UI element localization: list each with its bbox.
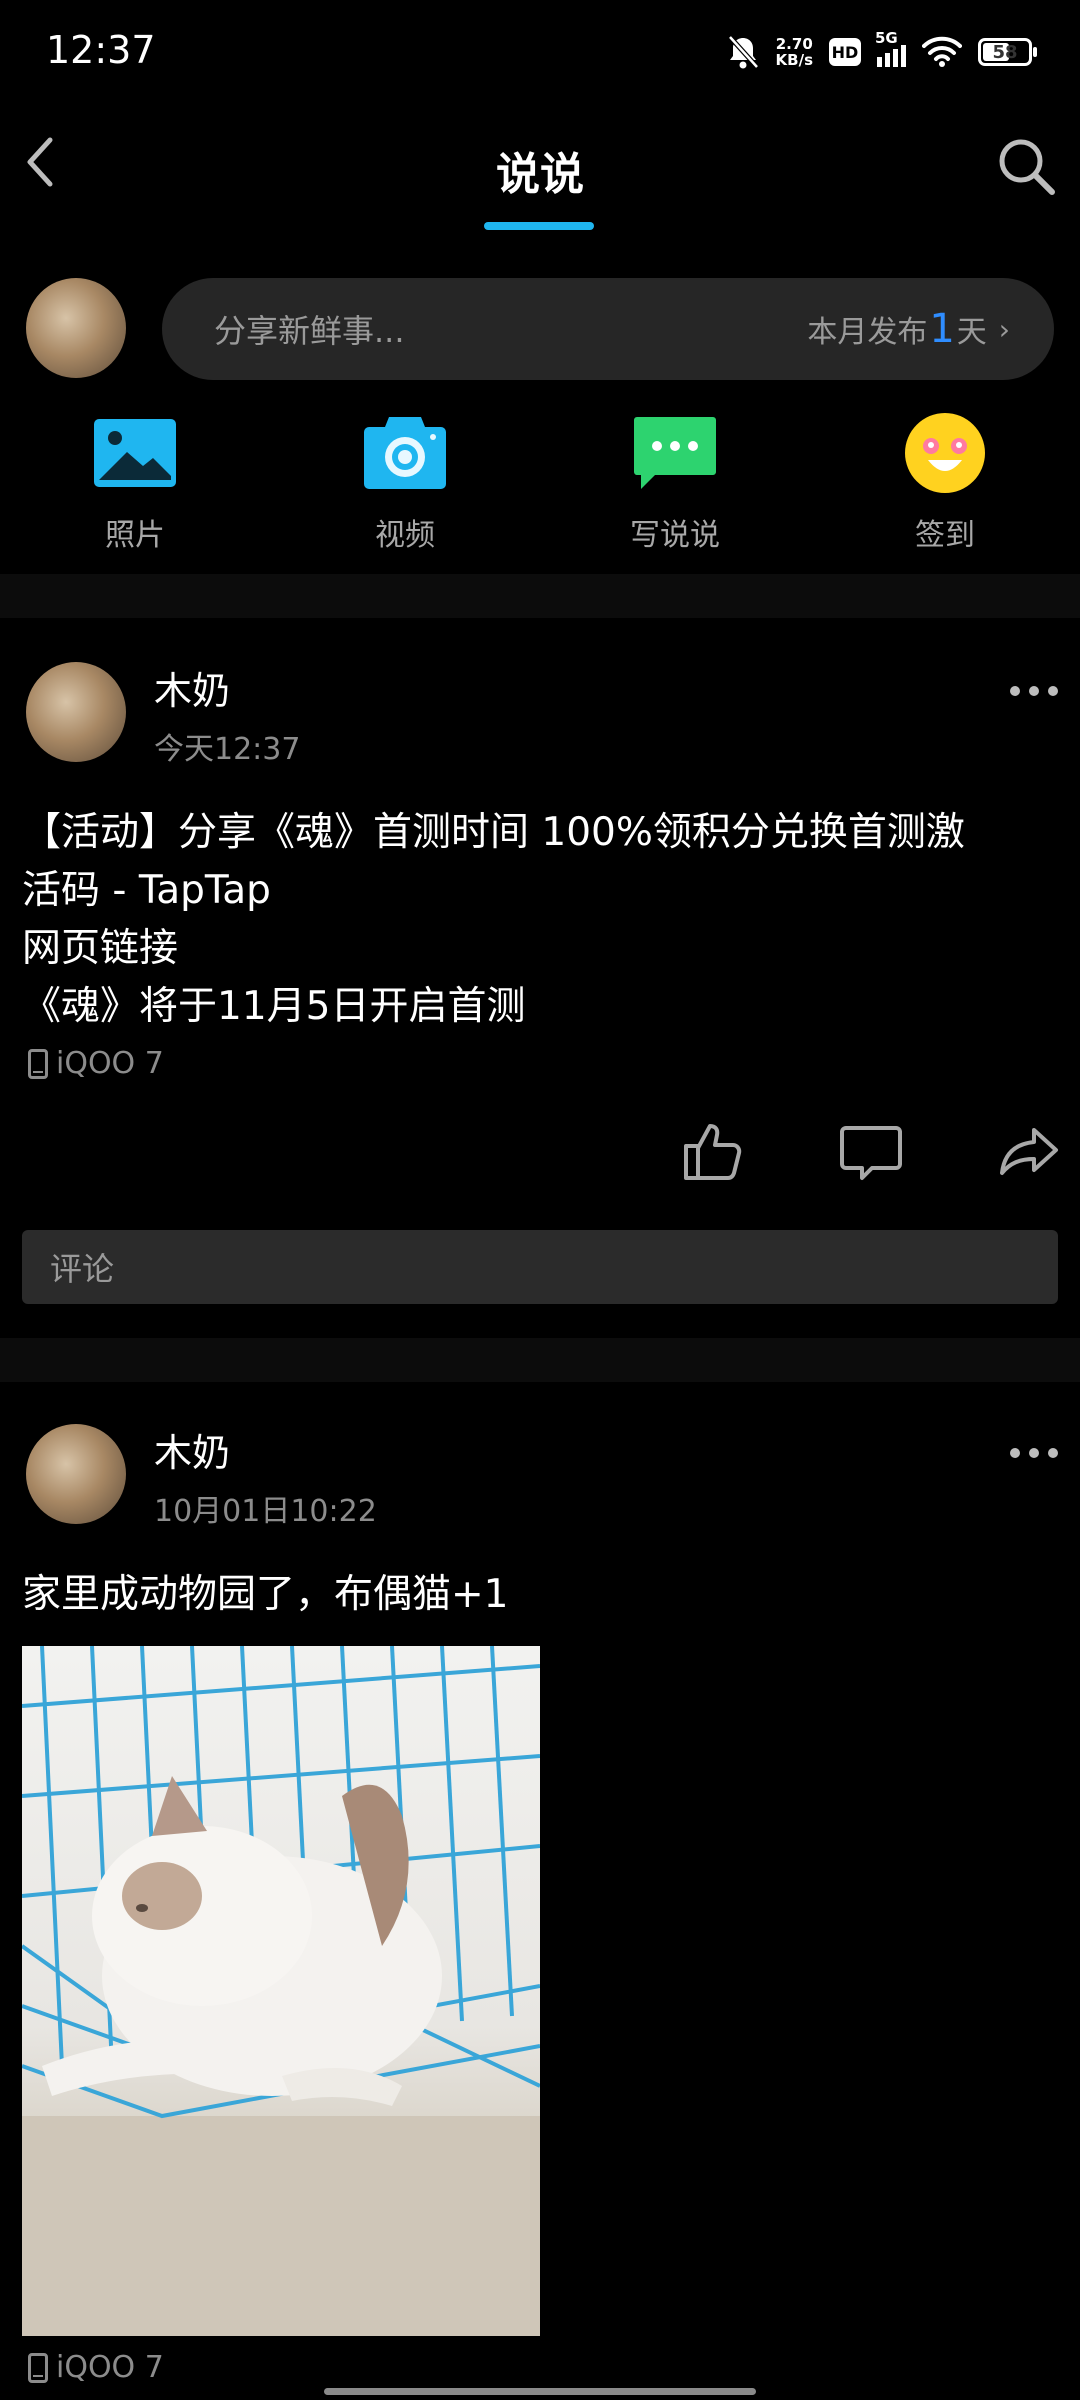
mute-bell-icon xyxy=(727,35,759,69)
avatar[interactable] xyxy=(26,662,126,762)
more-options-icon[interactable] xyxy=(1010,684,1058,698)
cat-in-cage-image xyxy=(22,1646,540,2336)
status-time: 12:37 xyxy=(46,28,156,72)
feed-post: 木奶 今天12:37 【活动】分享《魂》首测时间 100%领积分兑换首测激 活码… xyxy=(0,618,1080,1330)
battery-icon: 58 xyxy=(978,38,1037,66)
device-name: iQOO 7 xyxy=(56,2350,164,2385)
phone-icon xyxy=(28,2352,48,2383)
post-author[interactable]: 木奶 xyxy=(154,660,230,715)
section-divider xyxy=(0,1338,1080,1382)
action-video-label: 视频 xyxy=(375,518,435,553)
status-icons: 2.70 KB/s HD 5G 58 xyxy=(726,29,1037,74)
composer-input[interactable]: 分享新鲜事... 本月发布 1 天 › xyxy=(162,278,1054,380)
net-speed-unit: KB/s xyxy=(775,51,813,69)
post-toolbar xyxy=(682,1120,1060,1182)
hd-badge: HD xyxy=(829,38,861,66)
quick-actions: 照片 视频 写说说 签到 xyxy=(0,410,1080,560)
device-tag: iQOO 7 xyxy=(28,2350,164,2385)
photo-icon xyxy=(92,410,178,496)
stat-suffix: 天 xyxy=(956,315,987,350)
post-link-text[interactable]: 活码 - TapTap xyxy=(22,862,1058,920)
search-icon[interactable] xyxy=(994,134,1058,198)
comment-input[interactable]: 评论 xyxy=(22,1230,1058,1304)
page-title[interactable]: 说说 xyxy=(0,138,1080,202)
net-speed: 2.70 KB/s xyxy=(776,36,813,68)
network-type: 5G xyxy=(875,29,898,47)
status-bar: 12:37 2.70 KB/s HD 5G 58 xyxy=(0,0,1080,104)
post-text: 【活动】分享《魂》首测时间 100%领积分兑换首测激 活码 - TapTap 网… xyxy=(22,804,1058,1036)
post-text-line: 《魂》将于11月5日开启首测 xyxy=(22,984,526,1029)
web-link[interactable]: 网页链接 xyxy=(22,920,1058,978)
like-icon[interactable] xyxy=(682,1120,744,1182)
home-indicator[interactable] xyxy=(324,2388,756,2395)
chat-icon xyxy=(632,410,718,496)
cellular-signal-icon: 5G xyxy=(875,29,906,67)
wifi-icon xyxy=(922,36,962,67)
action-write[interactable]: 写说说 xyxy=(540,410,810,560)
title-underline xyxy=(484,222,594,230)
device-name: iQOO 7 xyxy=(56,1046,164,1081)
composer: 分享新鲜事... 本月发布 1 天 › xyxy=(0,278,1080,382)
chevron-right-icon: › xyxy=(998,312,1010,346)
post-text-line: 【活动】分享《魂》首测时间 100%领积分兑换首测激 xyxy=(22,810,965,855)
feed-post: 木奶 10月01日10:22 家里成动物园了，布偶猫+1 iQOO 7 xyxy=(0,1382,1080,2400)
post-text: 家里成动物园了，布偶猫+1 xyxy=(22,1566,1058,1624)
stat-prefix: 本月发布 xyxy=(807,315,928,350)
action-photo-label: 照片 xyxy=(105,518,165,553)
stat-number: 1 xyxy=(929,306,955,352)
post-photo[interactable] xyxy=(22,1646,540,2336)
phone-icon xyxy=(28,1048,48,1079)
more-options-icon[interactable] xyxy=(1010,1446,1058,1460)
monthly-post-stat[interactable]: 本月发布 1 天 › xyxy=(807,306,1010,352)
post-author[interactable]: 木奶 xyxy=(154,1422,230,1477)
post-text-line: 家里成动物园了，布偶猫+1 xyxy=(22,1572,509,1617)
composer-placeholder: 分享新鲜事... xyxy=(214,312,405,350)
action-checkin[interactable]: 签到 xyxy=(810,410,1080,560)
net-speed-value: 2.70 xyxy=(775,35,813,53)
action-photo[interactable]: 照片 xyxy=(0,410,270,560)
section-divider xyxy=(0,574,1080,618)
post-time: 今天12:37 xyxy=(154,732,301,767)
top-nav: 说说 xyxy=(0,104,1080,244)
action-video[interactable]: 视频 xyxy=(270,410,540,560)
avatar[interactable] xyxy=(26,278,126,378)
avatar[interactable] xyxy=(26,1424,126,1524)
share-icon[interactable] xyxy=(998,1120,1060,1182)
comment-icon[interactable] xyxy=(840,1120,902,1182)
action-write-label: 写说说 xyxy=(630,518,720,553)
battery-level: 58 xyxy=(992,41,1018,63)
device-tag: iQOO 7 xyxy=(28,1046,164,1081)
smiley-icon xyxy=(902,410,988,496)
camera-icon xyxy=(362,410,448,496)
action-checkin-label: 签到 xyxy=(915,518,975,553)
post-time: 10月01日10:22 xyxy=(154,1494,377,1529)
